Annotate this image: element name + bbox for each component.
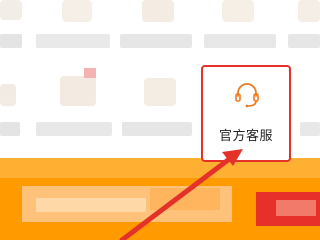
blurred-label — [122, 122, 192, 136]
blurred-label — [36, 34, 110, 48]
blurred-app-icon[interactable] — [222, 0, 254, 22]
blurred-label — [300, 122, 320, 136]
blurred-app-icon[interactable] — [144, 78, 176, 106]
blurred-label — [288, 34, 320, 48]
blurred-app-icon[interactable] — [0, 0, 22, 20]
blurred-label — [36, 122, 112, 136]
blurred-app-icon[interactable] — [0, 84, 16, 106]
blurred-label — [204, 34, 276, 48]
official-customer-service-button[interactable]: 官方客服 — [201, 65, 291, 162]
blurred-badge — [84, 68, 96, 78]
blurred-banner-text — [36, 198, 146, 212]
headset-icon — [235, 83, 259, 108]
blurred-app-icon[interactable] — [142, 0, 174, 22]
service-label: 官方客服 — [218, 129, 273, 144]
blurred-app-icon[interactable] — [62, 0, 92, 22]
blurred-label — [0, 34, 22, 48]
blurred-banner-button-label — [276, 200, 316, 216]
blurred-app-icon[interactable] — [298, 0, 320, 22]
blurred-label — [0, 122, 20, 136]
promo-banner[interactable] — [0, 158, 320, 240]
blurred-banner-content — [150, 188, 220, 210]
blurred-app-icon[interactable] — [60, 76, 96, 106]
blurred-label — [120, 34, 192, 48]
screen: 官方客服 — [0, 0, 320, 240]
